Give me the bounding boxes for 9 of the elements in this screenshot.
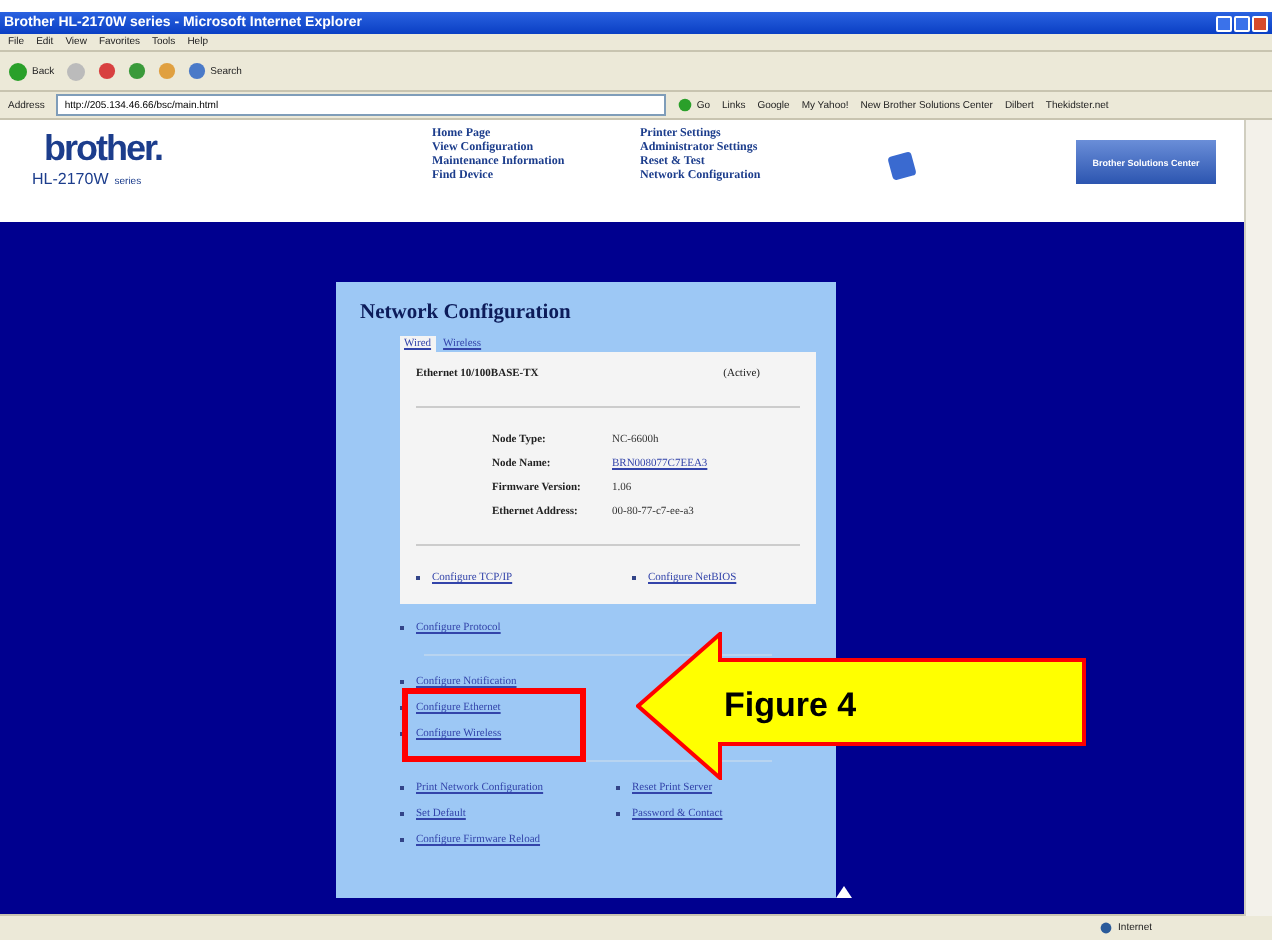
panel-title: Network Configuration: [360, 302, 573, 324]
brand-logo: brother.: [44, 128, 165, 170]
scroll-up-icon[interactable]: [836, 886, 852, 898]
model-name: HL-2170W: [32, 170, 109, 188]
maximize-button[interactable]: [1234, 15, 1250, 31]
minimize-button[interactable]: [1216, 15, 1232, 31]
scrollbar[interactable]: [1244, 120, 1272, 916]
close-button[interactable]: [1252, 15, 1268, 31]
callout-label: Figure 4: [724, 686, 857, 726]
